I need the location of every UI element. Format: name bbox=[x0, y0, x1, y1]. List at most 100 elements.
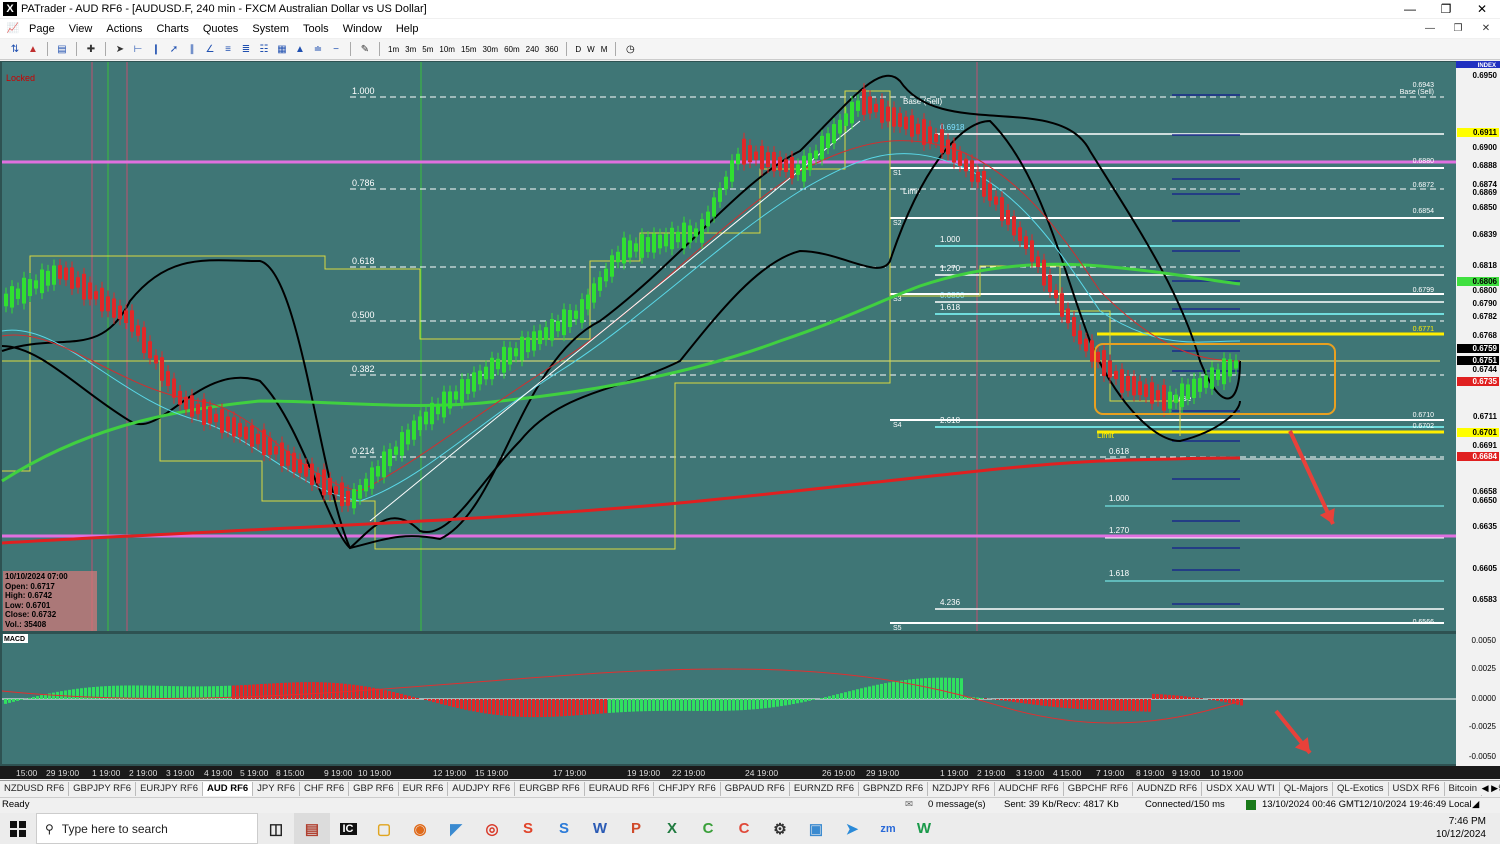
zoom-icon[interactable]: zm bbox=[870, 813, 906, 844]
excel-icon[interactable]: X bbox=[654, 813, 690, 844]
tab-jpy-rf6[interactable]: JPY RF6 bbox=[253, 781, 300, 796]
tab-ql-majors[interactable]: QL-Majors bbox=[1280, 781, 1334, 796]
mdi-restore-icon[interactable]: ❐ bbox=[1444, 19, 1472, 38]
tab-scroll-arrows-icon[interactable]: ◀ ▶ bbox=[1479, 781, 1498, 795]
menu-help[interactable]: Help bbox=[389, 23, 426, 35]
remote-app-icon[interactable]: ◤ bbox=[438, 813, 474, 844]
resize-icon[interactable]: ◢ bbox=[1472, 799, 1479, 810]
app-c-red-icon[interactable]: C bbox=[726, 813, 762, 844]
tab-audjpy-rf6[interactable]: AUDJPY RF6 bbox=[448, 781, 516, 796]
firefox-icon[interactable]: ◉ bbox=[402, 813, 438, 844]
taskbar-search[interactable]: ⚲ Type here to search bbox=[36, 813, 258, 844]
mdi-close-icon[interactable]: ✕ bbox=[1472, 19, 1500, 38]
file-explorer-icon[interactable]: ▢ bbox=[366, 813, 402, 844]
tab-gbpjpy-rf6[interactable]: GBPJPY RF6 bbox=[69, 781, 137, 796]
trendline-icon[interactable]: ➚ bbox=[165, 41, 183, 57]
menu-view[interactable]: View bbox=[62, 23, 100, 35]
tab-gbpnzd-rf6[interactable]: GBPNZD RF6 bbox=[859, 781, 929, 796]
tab-ql-exotics[interactable]: QL-Exotics bbox=[1333, 781, 1389, 796]
minimize-icon[interactable]: — bbox=[1392, 0, 1428, 18]
patrader-app-icon[interactable]: ▤ bbox=[294, 813, 330, 844]
tab-bitcoin[interactable]: Bitcoin bbox=[1445, 781, 1483, 796]
alert-icon[interactable]: ▲ bbox=[24, 41, 42, 57]
tab-eur-rf6[interactable]: EUR RF6 bbox=[399, 781, 449, 796]
tf-3m[interactable]: 3m bbox=[402, 45, 419, 54]
task-view-icon[interactable]: ◫ bbox=[258, 813, 294, 844]
tab-gbpaud-rf6[interactable]: GBPAUD RF6 bbox=[721, 781, 790, 796]
tf-30m[interactable]: 30m bbox=[480, 45, 502, 54]
tab-aud-rf6[interactable]: AUD RF6 bbox=[202, 781, 254, 796]
gann-icon[interactable]: ▦ bbox=[273, 41, 291, 57]
tab-nzdusd-rf6[interactable]: NZDUSD RF6 bbox=[0, 781, 70, 796]
menu-window[interactable]: Window bbox=[336, 23, 389, 35]
tf-15m[interactable]: 15m bbox=[458, 45, 480, 54]
tab-audnzd-rf6[interactable]: AUDNZD RF6 bbox=[1133, 781, 1203, 796]
pitchfork-icon[interactable]: ▲ bbox=[291, 41, 309, 57]
period-weekly[interactable]: W bbox=[584, 45, 598, 54]
tab-gbp-rf6[interactable]: GBP RF6 bbox=[349, 781, 399, 796]
settings-icon[interactable]: ⚙ bbox=[762, 813, 798, 844]
tab-eurnzd-rf6[interactable]: EURNZD RF6 bbox=[790, 781, 859, 796]
tab-eurjpy-rf6[interactable]: EURJPY RF6 bbox=[136, 781, 203, 796]
price-chart[interactable]: INDEX MACD 1.000 0.786 0.618 0.500 0.382 0.214 0… bbox=[0, 61, 1500, 779]
horizontal-line-icon[interactable]: ⊢ bbox=[129, 41, 147, 57]
fib-time-icon[interactable]: ☷ bbox=[255, 41, 273, 57]
network-app-icon[interactable]: ▣ bbox=[798, 813, 834, 844]
chrome-icon[interactable]: ◎ bbox=[474, 813, 510, 844]
app-s-blue-icon[interactable]: S bbox=[546, 813, 582, 844]
app-c-green-icon[interactable]: C bbox=[690, 813, 726, 844]
tab-nzdjpy-rf6[interactable]: NZDJPY RF6 bbox=[928, 781, 995, 796]
clock-icon[interactable]: ◷ bbox=[621, 41, 639, 57]
menu-system[interactable]: System bbox=[245, 23, 296, 35]
app-s-red-icon[interactable]: S bbox=[510, 813, 546, 844]
close-icon[interactable]: ✕ bbox=[1464, 0, 1500, 18]
menu-actions[interactable]: Actions bbox=[99, 23, 149, 35]
restore-icon[interactable]: ❐ bbox=[1428, 0, 1464, 18]
candle-body bbox=[922, 119, 926, 145]
chart-icon[interactable]: ▤ bbox=[53, 41, 71, 57]
menu-quotes[interactable]: Quotes bbox=[196, 23, 245, 35]
telegram-icon[interactable]: ➤ bbox=[834, 813, 870, 844]
pencil-icon[interactable]: ✎ bbox=[356, 41, 374, 57]
tf-360[interactable]: 360 bbox=[542, 45, 561, 54]
tf-1m[interactable]: 1m bbox=[385, 45, 402, 54]
fib-extension-icon[interactable]: ≣ bbox=[237, 41, 255, 57]
buy-sell-icon[interactable]: ⇅ bbox=[6, 41, 24, 57]
tab-audchf-rf6[interactable]: AUDCHF RF6 bbox=[995, 781, 1064, 796]
tf-60m[interactable]: 60m bbox=[501, 45, 523, 54]
tf-5m[interactable]: 5m bbox=[419, 45, 436, 54]
ic-app-icon[interactable]: IC bbox=[330, 813, 366, 844]
channel-icon[interactable]: ∥ bbox=[183, 41, 201, 57]
vertical-line-icon[interactable]: ❙ bbox=[147, 41, 165, 57]
tab-chf-rf6[interactable]: CHF RF6 bbox=[300, 781, 350, 796]
word-icon[interactable]: W bbox=[582, 813, 618, 844]
tab-usdx-rf6[interactable]: USDX RF6 bbox=[1389, 781, 1445, 796]
tab-usdx-xau-wti[interactable]: USDX XAU WTI bbox=[1202, 781, 1280, 796]
mail-icon[interactable]: ✉ bbox=[905, 799, 913, 810]
windows-start-icon[interactable] bbox=[0, 813, 36, 844]
powerpoint-icon[interactable]: P bbox=[618, 813, 654, 844]
macd-bar bbox=[732, 699, 735, 711]
tf-10m[interactable]: 10m bbox=[436, 45, 458, 54]
menu-charts[interactable]: Charts bbox=[149, 23, 195, 35]
andrews-icon[interactable]: ≐ bbox=[309, 41, 327, 57]
pointer-icon[interactable]: ➤ bbox=[111, 41, 129, 57]
tab-chfjpy-rf6[interactable]: CHFJPY RF6 bbox=[654, 781, 721, 796]
text-tool-icon[interactable]: − bbox=[327, 41, 345, 57]
mdi-minimize-icon[interactable]: — bbox=[1416, 19, 1444, 38]
crosshair-icon[interactable]: ✚ bbox=[82, 41, 100, 57]
menu-tools[interactable]: Tools bbox=[296, 23, 336, 35]
tab-gbpchf-rf6[interactable]: GBPCHF RF6 bbox=[1064, 781, 1133, 796]
tab-eurgbp-rf6[interactable]: EURGBP RF6 bbox=[515, 781, 585, 796]
fan-icon[interactable]: ∠ bbox=[201, 41, 219, 57]
period-monthly[interactable]: M bbox=[598, 45, 611, 54]
chart-menu-icon[interactable]: 📈 bbox=[4, 21, 22, 37]
period-daily[interactable]: D bbox=[572, 45, 584, 54]
trading-app-icon[interactable]: W bbox=[906, 813, 942, 844]
menu-page[interactable]: Page bbox=[22, 23, 62, 35]
fibonacci-icon[interactable]: ≡ bbox=[219, 41, 237, 57]
tf-240[interactable]: 240 bbox=[523, 45, 542, 54]
taskbar-clock[interactable]: 7:46 PM 10/12/2024 bbox=[1436, 815, 1486, 841]
status-messages[interactable]: 0 message(s) bbox=[928, 799, 986, 810]
tab-euraud-rf6[interactable]: EURAUD RF6 bbox=[585, 781, 655, 796]
